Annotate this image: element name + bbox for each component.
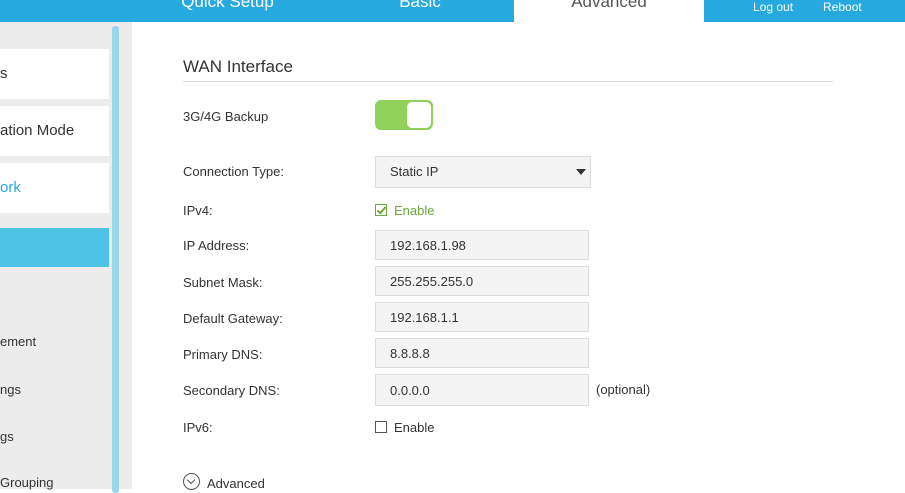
sidebar-item-status[interactable]: s — [0, 49, 109, 99]
top-navigation: Quick Setup Basic Advanced Log out Reboo… — [0, 0, 905, 22]
tab-basic[interactable]: Basic — [345, 0, 495, 22]
ipv6-label: IPv6: — [183, 420, 213, 435]
ipv4-enable-label: Enable — [394, 203, 435, 218]
ipv4-enable-checkbox[interactable] — [375, 204, 387, 216]
sidebar-subitem-management[interactable]: ement — [0, 334, 36, 349]
connection-type-select[interactable]: Static IP — [375, 156, 591, 188]
sidebar-scrollbar[interactable] — [112, 26, 119, 493]
primary-dns-label: Primary DNS: — [183, 347, 263, 362]
ipv6-enable-checkbox[interactable] — [375, 421, 387, 433]
ipv4-label: IPv4: — [183, 203, 213, 218]
secondary-dns-input[interactable] — [375, 374, 589, 406]
chevron-down-circle-icon[interactable] — [183, 473, 200, 490]
sidebar-subitem-settings-2[interactable]: gs — [0, 429, 14, 444]
ip-address-label: IP Address: — [183, 238, 250, 253]
sidebar-item-network[interactable]: ork — [0, 163, 109, 213]
subnet-mask-label: Subnet Mask: — [183, 275, 263, 290]
page-title: WAN Interface — [183, 57, 293, 76]
subnet-mask-input[interactable] — [375, 266, 589, 296]
log-out-link[interactable]: Log out — [753, 0, 793, 14]
primary-dns-input[interactable] — [375, 338, 589, 368]
connection-type-label: Connection Type: — [183, 164, 284, 179]
chevron-down-icon — [576, 169, 586, 175]
ip-address-input[interactable] — [375, 230, 589, 260]
title-divider — [183, 81, 833, 82]
tab-quick-setup[interactable]: Quick Setup — [140, 0, 315, 22]
sidebar-item-operation-mode[interactable]: ation Mode — [0, 106, 109, 156]
default-gateway-label: Default Gateway: — [183, 311, 283, 326]
connection-type-value: Static IP — [390, 164, 439, 179]
sidebar-item-internet-active[interactable] — [0, 228, 109, 267]
sidebar-subitem-settings[interactable]: ngs — [0, 382, 21, 397]
default-gateway-input[interactable] — [375, 302, 589, 332]
backup-label: 3G/4G Backup — [183, 109, 269, 124]
ipv6-enable-label: Enable — [394, 420, 435, 435]
sidebar-subitem-grouping[interactable]: Grouping — [0, 475, 53, 490]
reboot-link[interactable]: Reboot — [823, 0, 862, 14]
tab-advanced[interactable]: Advanced — [514, 0, 704, 22]
toggle-knob — [407, 102, 431, 128]
backup-toggle[interactable] — [375, 100, 433, 130]
optional-note: (optional) — [596, 382, 651, 397]
secondary-dns-label: Secondary DNS: — [183, 383, 280, 398]
